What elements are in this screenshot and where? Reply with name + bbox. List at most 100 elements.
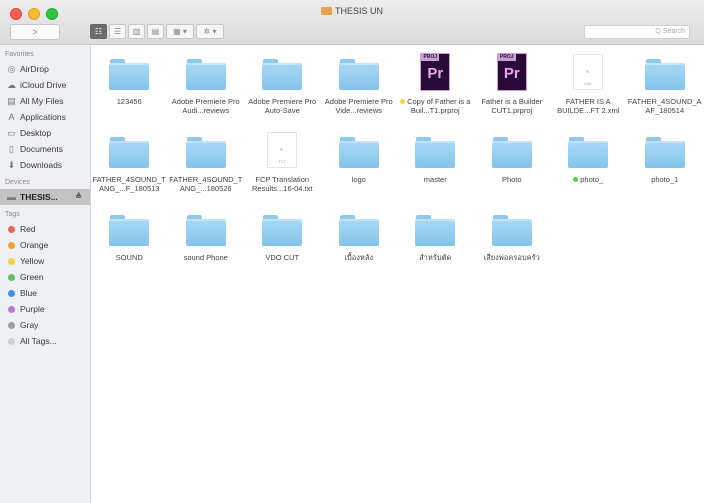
sidebar-item-label: Red <box>20 224 36 234</box>
folder-body <box>338 140 379 168</box>
file-icon-area <box>474 131 550 169</box>
eject-icon[interactable]: ≜ <box>75 189 82 205</box>
folder-icon <box>491 136 532 168</box>
tag-color-dot <box>8 338 15 345</box>
file-item[interactable]: sound Phone <box>168 205 245 283</box>
folder-icon <box>185 214 226 246</box>
folder-body <box>415 140 456 168</box>
file-name: สำหรับตัด <box>398 253 472 262</box>
sidebar-item-label: Yellow <box>20 256 45 266</box>
sidebar-item-label: Documents <box>20 144 63 154</box>
file-item[interactable]: photo_ <box>550 127 627 205</box>
file-name: Father is a Builder CUT1.prproj <box>475 97 549 115</box>
favorites-header: Favorites <box>5 51 34 58</box>
file-item[interactable]: 123456 <box>91 49 168 127</box>
list-view-button[interactable]: ☰ <box>109 24 126 39</box>
drive-icon: ▬ <box>7 192 16 202</box>
file-item[interactable]: photo_1 <box>627 127 704 205</box>
column-view-button[interactable]: ▥ <box>128 24 145 39</box>
folder-icon <box>568 136 609 168</box>
file-name: FCP Translation Results...16-04.txt <box>245 175 319 193</box>
sidebar-tag-item[interactable]: Blue <box>0 285 90 301</box>
action-button[interactable]: ✲ ▾ <box>196 24 224 39</box>
sidebar-item[interactable]: ◎ AirDrop <box>0 61 90 77</box>
sidebar-item[interactable]: ▭ Desktop <box>0 125 90 141</box>
file-name: FATHER_4SOUND_TANG_...180526 <box>169 175 243 193</box>
arrange-button[interactable]: ▦ ▾ <box>166 24 194 39</box>
file-item[interactable]: PROJ Pr Copy of Father is a Buil...T1.prpr… <box>397 49 474 127</box>
sidebar-item[interactable]: ⬇ Downloads <box>0 157 90 173</box>
gallery-view-button[interactable]: ▤ <box>147 24 164 39</box>
file-name-text: Photo <box>501 175 522 184</box>
file-item[interactable]: Adobe Premiere Pro Vide...reviews <box>321 49 398 127</box>
file-icon-area <box>321 131 397 169</box>
file-name-text: logo <box>351 175 366 184</box>
file-item[interactable]: Adobe Premiere Pro Audi...reviews <box>168 49 245 127</box>
folder-body <box>185 62 226 90</box>
folder-body <box>109 218 150 246</box>
sidebar-item-label: Downloads <box>20 160 63 170</box>
sidebar: Favorites ◎ AirDrop ☁ iCloud Drive ▤ All My Fi… <box>0 45 91 503</box>
sidebar-tag-item[interactable]: Green <box>0 269 90 285</box>
desktop-icon: ▭ <box>7 128 16 138</box>
file-item[interactable]: FATHER_4SOUND_TANG_...180526 <box>168 127 245 205</box>
file-icon-area <box>168 209 244 247</box>
search-field[interactable]: Q Search <box>584 25 690 39</box>
file-item[interactable]: เสียงพ่อครอบครัว <box>474 205 551 283</box>
sidebar-tag-item[interactable]: All Tags... <box>0 333 90 349</box>
file-item[interactable]: VDO CUT <box>244 205 321 283</box>
file-item[interactable]: TXT FCP Translation Results...16-04.txt <box>244 127 321 205</box>
file-item[interactable]: Photo <box>474 127 551 205</box>
sidebar-item-label: Desktop <box>20 128 52 138</box>
file-name-text: เสียงพ่อครอบครัว <box>483 253 540 262</box>
folder-body <box>262 62 303 90</box>
folder-icon <box>185 136 226 168</box>
file-item[interactable]: เบื้องหลัง <box>321 205 398 283</box>
file-name-text: FATHER_4SOUND_AAF_180514 <box>627 97 702 115</box>
file-icon-area <box>627 131 703 169</box>
icon-view-button[interactable]: ☷ <box>90 24 107 39</box>
file-item[interactable]: FATHER_4SOUND_AAF_180514 <box>627 49 704 127</box>
sidebar-item[interactable]: ▤ All My Files <box>0 93 90 109</box>
file-item[interactable]: master <box>397 127 474 205</box>
folder-icon <box>415 136 456 168</box>
sidebar-tag-item[interactable]: Red <box>0 221 90 237</box>
sidebar-item-device[interactable]: ▬ THESIS... ≜ <box>0 189 90 205</box>
file-name: Copy of Father is a Buil...T1.prproj <box>398 97 472 115</box>
sidebar-item[interactable]: ▯ Documents <box>0 141 90 157</box>
cloud-icon: ☁ <box>7 80 16 90</box>
file-name: SOUND <box>92 253 166 262</box>
sidebar-item[interactable]: ☁ iCloud Drive <box>0 77 90 93</box>
file-icon-area <box>627 53 703 91</box>
file-item[interactable]: Adobe Premiere Pro Auto-Save <box>244 49 321 127</box>
folder-icon <box>644 136 685 168</box>
file-item[interactable]: FATHER_4SOUND_TANG_...F_180513 <box>91 127 168 205</box>
file-item[interactable]: สำหรับตัด <box>397 205 474 283</box>
sidebar-tag-item[interactable]: Purple <box>0 301 90 317</box>
file-item[interactable]: SOUND <box>91 205 168 283</box>
window-title-text: THESIS UN <box>334 6 383 16</box>
folder-icon <box>491 214 532 246</box>
sidebar-item-label: Orange <box>20 240 49 250</box>
sidebar-item-label: AirDrop <box>20 64 49 74</box>
file-icon-area <box>91 209 167 247</box>
file-item[interactable]: PROJ Pr Father is a Builder CUT1.prproj <box>474 49 551 127</box>
sidebar-item[interactable]: A Applications <box>0 109 90 125</box>
file-name: VDO CUT <box>245 253 319 262</box>
file-item[interactable]: XML FATHER IS A BUILDE...FT 2.xml <box>550 49 627 127</box>
sidebar-item-label: Purple <box>20 304 45 314</box>
folder-body <box>415 218 456 246</box>
file-item[interactable]: logo <box>321 127 398 205</box>
folder-icon <box>262 214 303 246</box>
file-name-text: Father is a Builder CUT1.prproj <box>481 97 543 115</box>
airdrop-icon: ◎ <box>7 64 16 74</box>
file-name: FATHER IS A BUILDE...FT 2.xml <box>551 97 625 115</box>
sidebar-tag-item[interactable]: Yellow <box>0 253 90 269</box>
sidebar-item-label: Blue <box>20 288 38 298</box>
sidebar-tag-item[interactable]: Orange <box>0 237 90 253</box>
file-name: master <box>398 175 472 184</box>
file-icon-area <box>397 209 473 247</box>
forward-button[interactable]: > <box>10 24 60 40</box>
file-name-text: VDO CUT <box>265 253 300 262</box>
sidebar-tag-item[interactable]: Gray <box>0 317 90 333</box>
